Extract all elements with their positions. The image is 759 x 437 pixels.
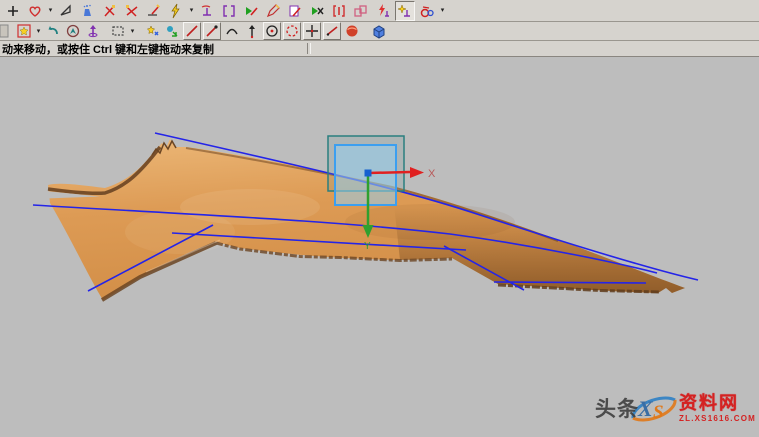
- app-window: ▾▾▾ ▾▾ 动来移动，或按住 Ctrl 键和左键拖动来复制: [0, 0, 759, 437]
- clipboard-icon: [0, 23, 12, 39]
- project-bolt-button[interactable]: [373, 1, 393, 21]
- toolbar-main: ▾ ▾ ▾: [0, 0, 759, 22]
- ball-arrow-icon: [164, 23, 180, 39]
- magic-wand-button[interactable]: [166, 1, 186, 21]
- erase-curve-button[interactable]: [100, 1, 120, 21]
- dashed-rect-icon: [110, 23, 126, 39]
- vertical-axis-button[interactable]: [243, 22, 261, 40]
- spray-icon: [80, 3, 96, 19]
- pencil-x2-icon: [124, 3, 140, 19]
- rect-select-dropdown-arrow[interactable]: ▾: [128, 28, 137, 35]
- perp-icon: [199, 3, 215, 19]
- line-red2-icon: [324, 23, 340, 39]
- origin-handle[interactable]: [365, 170, 372, 177]
- line-dot-icon: [204, 23, 220, 39]
- star-move-icon: [144, 23, 160, 39]
- mirror-section-button[interactable]: [329, 1, 349, 21]
- select-lasso-button[interactable]: [25, 1, 45, 21]
- draw-line-button[interactable]: [183, 22, 201, 40]
- select-tool-button[interactable]: [15, 22, 33, 40]
- bracket-icon: [221, 3, 237, 19]
- pencil-icon: [265, 3, 281, 19]
- wheel-icon: [419, 3, 435, 19]
- copy-entities-button[interactable]: [351, 1, 371, 21]
- rotate-icon: [85, 23, 101, 39]
- select-tool-dropdown-arrow[interactable]: ▾: [34, 28, 43, 35]
- bracket-tool-button[interactable]: [219, 1, 239, 21]
- measure-wheel-button[interactable]: [417, 1, 437, 21]
- view-compass-button[interactable]: [64, 22, 82, 40]
- axis-y-label: Y: [364, 241, 371, 252]
- orient-ball-button[interactable]: [163, 22, 181, 40]
- scene-canvas: X Y: [0, 57, 759, 437]
- bolt-icon: [168, 3, 184, 19]
- edit-sheet-button[interactable]: [285, 1, 305, 21]
- draw-ellipse-button[interactable]: [283, 22, 301, 40]
- compass-icon: [65, 23, 81, 39]
- cut-segment-button[interactable]: [307, 1, 327, 21]
- magic-wand-dropdown-arrow[interactable]: ▾: [187, 7, 196, 14]
- polyline-select-button[interactable]: [56, 1, 76, 21]
- slanted-line-button[interactable]: [323, 22, 341, 40]
- snap-fit-button[interactable]: [395, 1, 415, 21]
- sparkle-perp-icon: [397, 3, 413, 19]
- toolbar-sketch: ▾▾: [0, 22, 759, 41]
- perpendicular-tool-button[interactable]: [197, 1, 217, 21]
- rotate-view-button[interactable]: [84, 22, 102, 40]
- clipboard-button[interactable]: [0, 22, 13, 40]
- paint-select-button[interactable]: [78, 1, 98, 21]
- arrow-up-icon: [244, 23, 260, 39]
- extend-curve-button[interactable]: [144, 1, 164, 21]
- status-message: 动来移动，或按住 Ctrl 键和左键拖动来复制: [0, 41, 214, 57]
- line-red-icon: [184, 23, 200, 39]
- crosshair-icon: [304, 23, 320, 39]
- line-by-point-button[interactable]: [203, 22, 221, 40]
- bolt-perp-icon: [375, 3, 391, 19]
- measure-wheel-dropdown-arrow[interactable]: ▾: [438, 7, 447, 14]
- axis-x-label: X: [428, 168, 436, 180]
- pencil-x-icon: [102, 3, 118, 19]
- select-lasso-dropdown-arrow[interactable]: ▾: [46, 7, 55, 14]
- draw-arc-button[interactable]: [223, 22, 241, 40]
- circle-dashed-icon: [284, 23, 300, 39]
- heart-icon: [27, 3, 43, 19]
- flag-icon: [58, 3, 74, 19]
- boxes-icon: [353, 3, 369, 19]
- curve-segment-bottom[interactable]: [494, 282, 646, 283]
- shaded-view-button[interactable]: [343, 22, 361, 40]
- edit-curve-button[interactable]: [241, 1, 261, 21]
- arc-icon: [224, 23, 240, 39]
- circle-center-button[interactable]: [263, 22, 281, 40]
- pencil-line-icon: [146, 3, 162, 19]
- axis-x-arrow[interactable]: [368, 172, 410, 173]
- axis-x-arrowhead[interactable]: [410, 167, 424, 178]
- star-select-icon: [16, 23, 32, 39]
- page-pencil-icon: [287, 3, 303, 19]
- viewport-3d[interactable]: X Y 头条 X S 资料网 ZL.XS1616.COM: [0, 57, 759, 437]
- place-point-button[interactable]: [303, 22, 321, 40]
- sketch-curve-button[interactable]: [263, 1, 283, 21]
- view-3d-box-button[interactable]: [370, 22, 388, 40]
- trim-curve-button[interactable]: [122, 1, 142, 21]
- undo-icon: [45, 23, 61, 39]
- circle-dot-icon: [264, 23, 280, 39]
- rect-select-button[interactable]: [109, 22, 127, 40]
- add-point-button[interactable]: [3, 1, 23, 21]
- status-bar: 动来移动，或按住 Ctrl 键和左键拖动来复制: [0, 41, 759, 57]
- bracket-bar-icon: [331, 3, 347, 19]
- status-bar-divider: [307, 43, 311, 54]
- box3d-icon: [371, 23, 387, 39]
- play-x-icon: [309, 3, 325, 19]
- plus-icon: [5, 3, 21, 19]
- move-points-button[interactable]: [143, 22, 161, 40]
- undo-button[interactable]: [44, 22, 62, 40]
- play-pencil-icon: [243, 3, 259, 19]
- sphere-icon: [344, 23, 360, 39]
